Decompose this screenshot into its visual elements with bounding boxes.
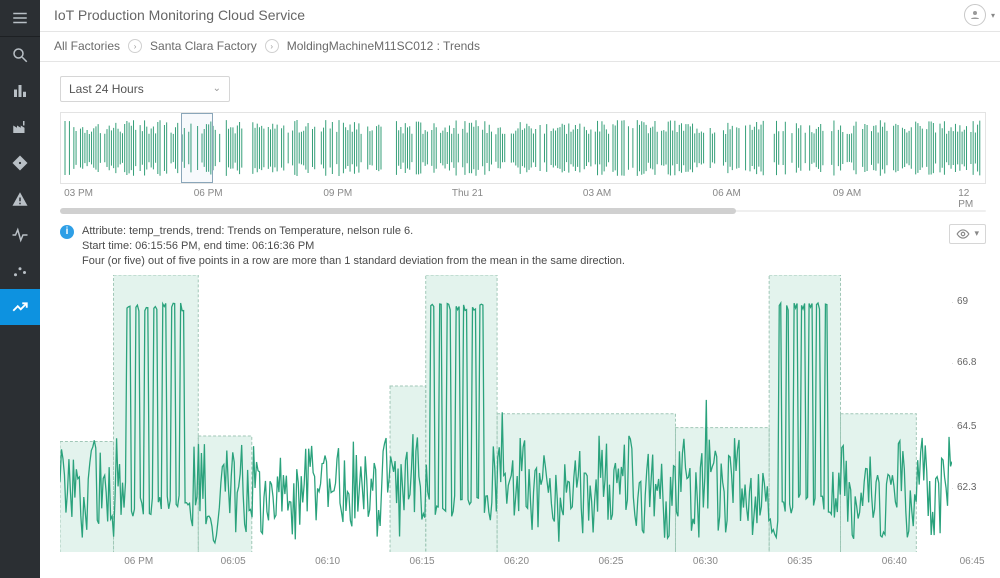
chevron-down-icon: ⌄ xyxy=(213,83,221,94)
bar-chart-icon[interactable] xyxy=(0,73,40,109)
app-title: IoT Production Monitoring Cloud Service xyxy=(54,7,305,23)
alert-banner-text: Attribute: temp_trends, trend: Trends on… xyxy=(82,224,949,269)
breadcrumb-current: MoldingMachineM11SC012 : Trends xyxy=(287,39,480,53)
scatter-icon[interactable] xyxy=(0,253,40,289)
chevron-down-icon: ▾ xyxy=(974,228,979,239)
pulse-icon[interactable] xyxy=(0,217,40,253)
x-axis: 06 PM06:0506:1006:1506:2006:2506:3006:35… xyxy=(60,556,986,574)
trends-icon[interactable] xyxy=(0,289,40,325)
visibility-toggle-button[interactable]: ▾ xyxy=(949,224,986,244)
menu-icon[interactable] xyxy=(0,0,40,36)
time-range-label: Last 24 Hours xyxy=(69,82,144,96)
diamond-alert-icon[interactable] xyxy=(0,145,40,181)
overview-chart[interactable] xyxy=(60,112,986,184)
search-icon[interactable] xyxy=(0,37,40,73)
chevron-right-icon: › xyxy=(265,39,279,53)
time-range-select[interactable]: Last 24 Hours ⌄ xyxy=(60,76,230,102)
user-menu-button[interactable]: ▾ xyxy=(964,4,986,26)
y-axis: 6966.864.562.3 xyxy=(952,275,986,553)
chevron-right-icon: › xyxy=(128,39,142,53)
time-brush-handle[interactable] xyxy=(181,113,213,183)
info-icon: i xyxy=(60,225,74,239)
topbar: IoT Production Monitoring Cloud Service … xyxy=(40,0,1000,32)
sidebar xyxy=(0,0,40,578)
breadcrumb-all-factories[interactable]: All Factories xyxy=(54,39,120,53)
breadcrumb: All Factories › Santa Clara Factory › Mo… xyxy=(40,32,1000,62)
main-chart[interactable] xyxy=(60,275,952,553)
breadcrumb-factory[interactable]: Santa Clara Factory xyxy=(150,39,257,53)
overview-x-axis: 03 PM06 PM09 PMThu 2103 AM06 AM09 AM12 P… xyxy=(60,188,986,206)
overview-scrollbar[interactable] xyxy=(60,208,986,214)
factory-icon[interactable] xyxy=(0,109,40,145)
warning-icon[interactable] xyxy=(0,181,40,217)
